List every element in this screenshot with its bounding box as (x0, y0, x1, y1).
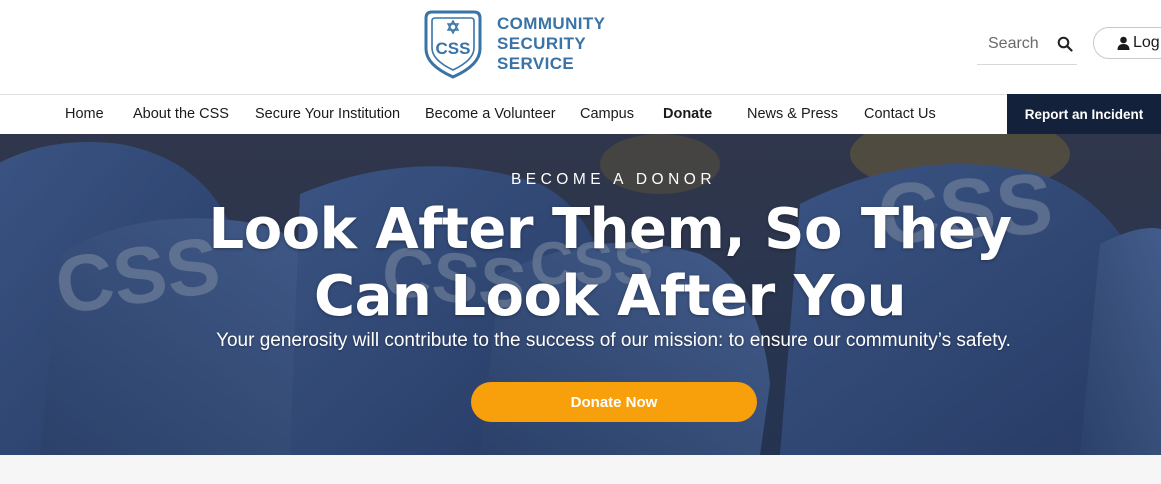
hero-subline: Your generosity will contribute to the s… (216, 330, 1011, 351)
search-box (977, 24, 1077, 65)
content-section-top (0, 455, 1161, 484)
login-button[interactable]: Log (1093, 27, 1161, 59)
main-nav: Home About the CSS Secure Your Instituti… (0, 94, 1161, 135)
brand-name: COMMUNITY SECURITY SERVICE (497, 14, 605, 74)
hero-banner: CSS CSS CSS CSS BECOME A DONOR Look Afte… (0, 134, 1161, 455)
shield-logo-icon: CSS (424, 10, 482, 79)
search-icon[interactable] (1057, 36, 1073, 52)
nav-item-contact[interactable]: Contact Us (864, 95, 936, 134)
brand-name-line-2: SECURITY (497, 34, 587, 53)
nav-item-campus[interactable]: Campus (580, 95, 634, 134)
nav-item-secure-institution[interactable]: Secure Your Institution (255, 95, 400, 134)
nav-item-donate[interactable]: Donate (663, 95, 712, 134)
donate-now-button[interactable]: Donate Now (471, 382, 757, 422)
brand-name-line-1: COMMUNITY (497, 14, 606, 33)
nav-item-about[interactable]: About the CSS (133, 95, 229, 134)
search-input[interactable] (977, 32, 1058, 56)
user-icon (1117, 36, 1130, 50)
login-label: Log (1133, 34, 1160, 51)
svg-text:CSS: CSS (436, 39, 471, 58)
brand-name-line-3: SERVICE (497, 54, 575, 73)
report-incident-button[interactable]: Report an Incident (1007, 94, 1161, 135)
nav-item-home[interactable]: Home (65, 95, 104, 134)
site-header: CSS COMMUNITY SECURITY SERVICE Log (0, 0, 1161, 94)
hero-headline: Look After Them, So They Can Look After … (208, 197, 1012, 329)
hero-eyebrow: BECOME A DONOR (510, 171, 717, 188)
nav-item-news-press[interactable]: News & Press (747, 95, 838, 134)
nav-item-volunteer[interactable]: Become a Volunteer (425, 95, 556, 134)
site-logo[interactable]: CSS COMMUNITY SECURITY SERVICE (422, 9, 605, 79)
